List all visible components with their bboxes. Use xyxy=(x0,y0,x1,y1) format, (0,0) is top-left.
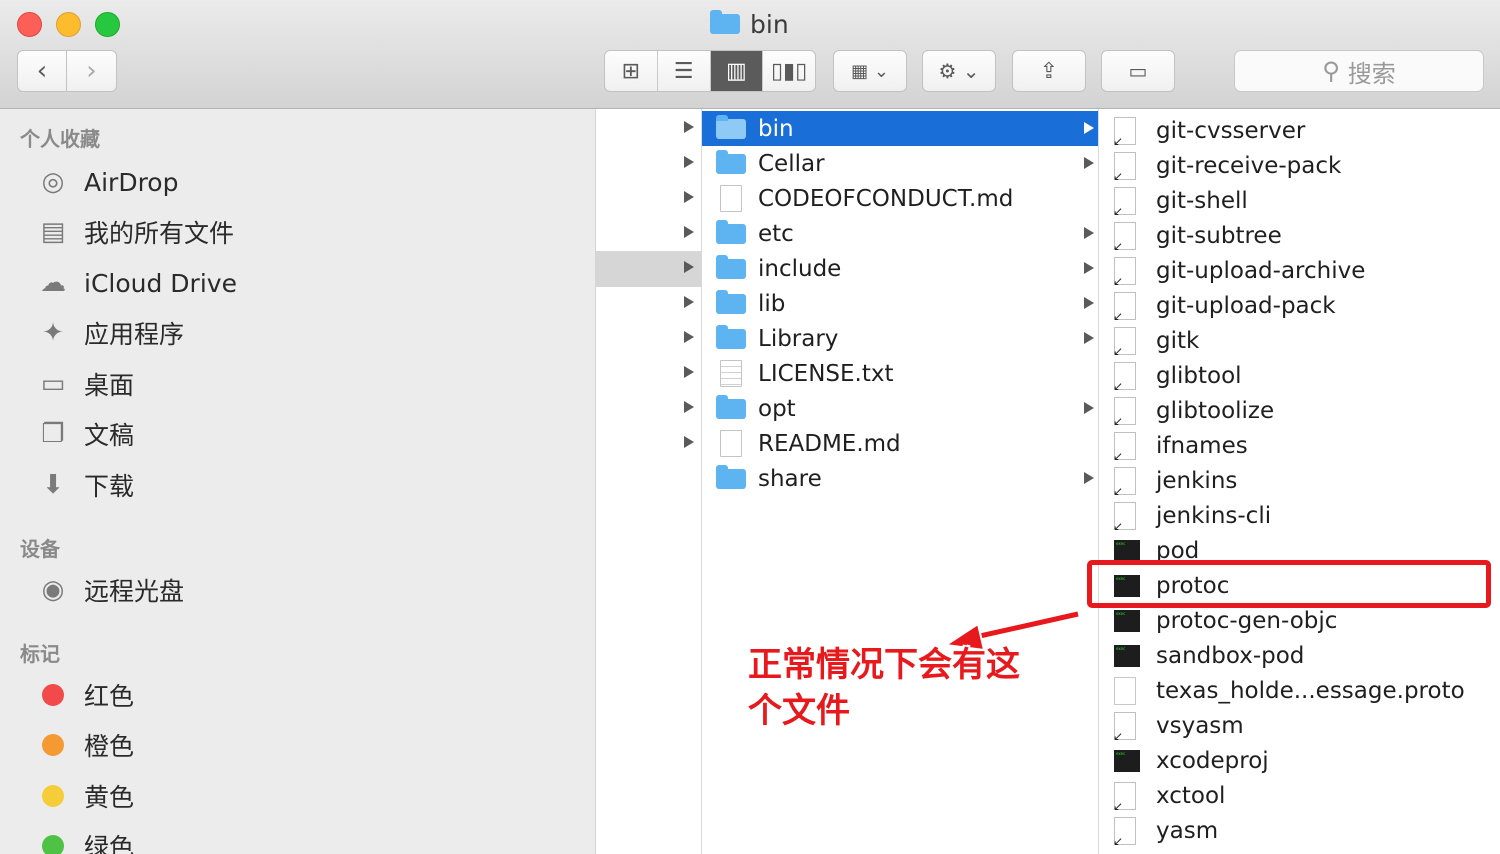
annotation-line-1: 正常情况下会有这 xyxy=(748,645,1020,685)
finder-window: bin ‹ › ⊞ ☰ ▥ ▯▮▯ ▦ ⌄ ⚙ ⌄ ⇪ ▭ ⚲ 搜索 个人收藏 … xyxy=(0,0,1500,854)
annotation-text: 正常情况下会有这 个文件 xyxy=(748,642,1048,734)
annotation-line-2: 个文件 xyxy=(748,691,850,731)
